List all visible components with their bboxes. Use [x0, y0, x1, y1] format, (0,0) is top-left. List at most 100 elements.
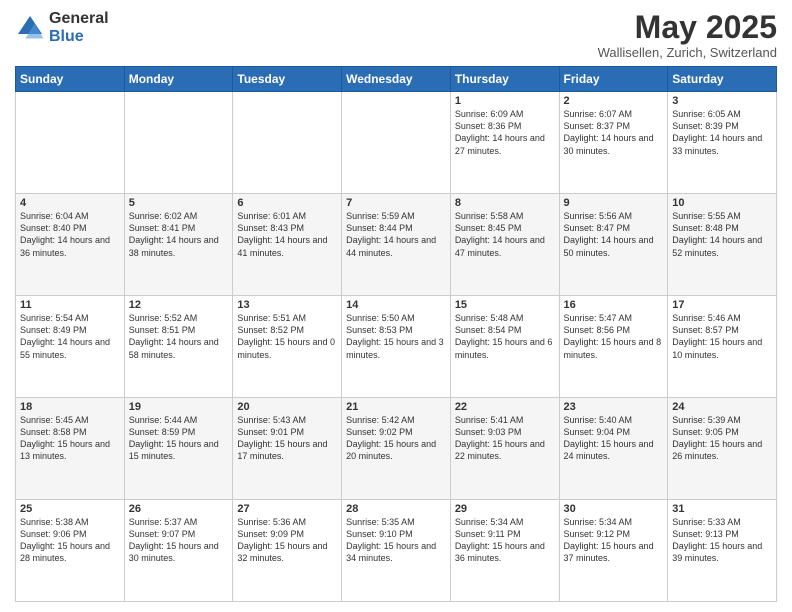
- calendar-cell: 10Sunrise: 5:55 AM Sunset: 8:48 PM Dayli…: [668, 194, 777, 296]
- day-info: Sunrise: 5:55 AM Sunset: 8:48 PM Dayligh…: [672, 210, 772, 259]
- day-info: Sunrise: 5:45 AM Sunset: 8:58 PM Dayligh…: [20, 414, 120, 463]
- calendar-cell: 22Sunrise: 5:41 AM Sunset: 9:03 PM Dayli…: [450, 398, 559, 500]
- calendar-week-1: 1Sunrise: 6:09 AM Sunset: 8:36 PM Daylig…: [16, 92, 777, 194]
- day-number: 19: [129, 401, 229, 413]
- day-number: 21: [346, 401, 446, 413]
- calendar-header: Sunday Monday Tuesday Wednesday Thursday…: [16, 67, 777, 92]
- day-info: Sunrise: 5:40 AM Sunset: 9:04 PM Dayligh…: [564, 414, 664, 463]
- calendar-cell: 11Sunrise: 5:54 AM Sunset: 8:49 PM Dayli…: [16, 296, 125, 398]
- day-info: Sunrise: 5:41 AM Sunset: 9:03 PM Dayligh…: [455, 414, 555, 463]
- day-info: Sunrise: 5:33 AM Sunset: 9:13 PM Dayligh…: [672, 516, 772, 565]
- day-number: 22: [455, 401, 555, 413]
- day-number: 6: [237, 197, 337, 209]
- calendar-cell: 30Sunrise: 5:34 AM Sunset: 9:12 PM Dayli…: [559, 500, 668, 602]
- calendar-cell: 17Sunrise: 5:46 AM Sunset: 8:57 PM Dayli…: [668, 296, 777, 398]
- calendar-cell: [124, 92, 233, 194]
- calendar-cell: 20Sunrise: 5:43 AM Sunset: 9:01 PM Dayli…: [233, 398, 342, 500]
- calendar-cell: 23Sunrise: 5:40 AM Sunset: 9:04 PM Dayli…: [559, 398, 668, 500]
- calendar-cell: 5Sunrise: 6:02 AM Sunset: 8:41 PM Daylig…: [124, 194, 233, 296]
- calendar-cell: 9Sunrise: 5:56 AM Sunset: 8:47 PM Daylig…: [559, 194, 668, 296]
- calendar-cell: 16Sunrise: 5:47 AM Sunset: 8:56 PM Dayli…: [559, 296, 668, 398]
- day-number: 31: [672, 503, 772, 515]
- day-number: 10: [672, 197, 772, 209]
- calendar-cell: 31Sunrise: 5:33 AM Sunset: 9:13 PM Dayli…: [668, 500, 777, 602]
- day-number: 29: [455, 503, 555, 515]
- logo: General Blue: [15, 10, 109, 45]
- day-info: Sunrise: 5:51 AM Sunset: 8:52 PM Dayligh…: [237, 312, 337, 361]
- day-info: Sunrise: 5:42 AM Sunset: 9:02 PM Dayligh…: [346, 414, 446, 463]
- day-number: 3: [672, 95, 772, 107]
- calendar-cell: 15Sunrise: 5:48 AM Sunset: 8:54 PM Dayli…: [450, 296, 559, 398]
- calendar-cell: 2Sunrise: 6:07 AM Sunset: 8:37 PM Daylig…: [559, 92, 668, 194]
- day-number: 2: [564, 95, 664, 107]
- calendar-cell: 27Sunrise: 5:36 AM Sunset: 9:09 PM Dayli…: [233, 500, 342, 602]
- day-number: 28: [346, 503, 446, 515]
- day-info: Sunrise: 6:09 AM Sunset: 8:36 PM Dayligh…: [455, 108, 555, 157]
- calendar-cell: 4Sunrise: 6:04 AM Sunset: 8:40 PM Daylig…: [16, 194, 125, 296]
- calendar-week-3: 11Sunrise: 5:54 AM Sunset: 8:49 PM Dayli…: [16, 296, 777, 398]
- day-info: Sunrise: 6:07 AM Sunset: 8:37 PM Dayligh…: [564, 108, 664, 157]
- header-row: Sunday Monday Tuesday Wednesday Thursday…: [16, 67, 777, 92]
- calendar-cell: 18Sunrise: 5:45 AM Sunset: 8:58 PM Dayli…: [16, 398, 125, 500]
- day-info: Sunrise: 5:56 AM Sunset: 8:47 PM Dayligh…: [564, 210, 664, 259]
- day-number: 17: [672, 299, 772, 311]
- calendar-cell: 14Sunrise: 5:50 AM Sunset: 8:53 PM Dayli…: [342, 296, 451, 398]
- day-info: Sunrise: 6:05 AM Sunset: 8:39 PM Dayligh…: [672, 108, 772, 157]
- col-wednesday: Wednesday: [342, 67, 451, 92]
- calendar-cell: 6Sunrise: 6:01 AM Sunset: 8:43 PM Daylig…: [233, 194, 342, 296]
- day-number: 8: [455, 197, 555, 209]
- calendar-cell: [342, 92, 451, 194]
- day-info: Sunrise: 5:50 AM Sunset: 8:53 PM Dayligh…: [346, 312, 446, 361]
- day-info: Sunrise: 5:35 AM Sunset: 9:10 PM Dayligh…: [346, 516, 446, 565]
- calendar-cell: 13Sunrise: 5:51 AM Sunset: 8:52 PM Dayli…: [233, 296, 342, 398]
- day-number: 11: [20, 299, 120, 311]
- day-info: Sunrise: 5:44 AM Sunset: 8:59 PM Dayligh…: [129, 414, 229, 463]
- logo-text: General Blue: [49, 10, 109, 45]
- day-info: Sunrise: 5:34 AM Sunset: 9:12 PM Dayligh…: [564, 516, 664, 565]
- day-info: Sunrise: 6:04 AM Sunset: 8:40 PM Dayligh…: [20, 210, 120, 259]
- calendar-cell: [16, 92, 125, 194]
- day-info: Sunrise: 5:34 AM Sunset: 9:11 PM Dayligh…: [455, 516, 555, 565]
- logo-icon: [15, 13, 45, 43]
- day-number: 9: [564, 197, 664, 209]
- day-info: Sunrise: 5:59 AM Sunset: 8:44 PM Dayligh…: [346, 210, 446, 259]
- calendar: Sunday Monday Tuesday Wednesday Thursday…: [15, 66, 777, 602]
- col-friday: Friday: [559, 67, 668, 92]
- day-info: Sunrise: 5:39 AM Sunset: 9:05 PM Dayligh…: [672, 414, 772, 463]
- calendar-cell: 24Sunrise: 5:39 AM Sunset: 9:05 PM Dayli…: [668, 398, 777, 500]
- day-number: 7: [346, 197, 446, 209]
- day-number: 30: [564, 503, 664, 515]
- day-info: Sunrise: 5:52 AM Sunset: 8:51 PM Dayligh…: [129, 312, 229, 361]
- page: General Blue May 2025 Wallisellen, Zuric…: [0, 0, 792, 612]
- day-number: 5: [129, 197, 229, 209]
- calendar-cell: 21Sunrise: 5:42 AM Sunset: 9:02 PM Dayli…: [342, 398, 451, 500]
- calendar-cell: [233, 92, 342, 194]
- calendar-week-2: 4Sunrise: 6:04 AM Sunset: 8:40 PM Daylig…: [16, 194, 777, 296]
- calendar-cell: 26Sunrise: 5:37 AM Sunset: 9:07 PM Dayli…: [124, 500, 233, 602]
- day-info: Sunrise: 5:43 AM Sunset: 9:01 PM Dayligh…: [237, 414, 337, 463]
- main-title: May 2025: [598, 10, 777, 45]
- day-number: 23: [564, 401, 664, 413]
- day-info: Sunrise: 5:46 AM Sunset: 8:57 PM Dayligh…: [672, 312, 772, 361]
- day-number: 16: [564, 299, 664, 311]
- day-info: Sunrise: 6:01 AM Sunset: 8:43 PM Dayligh…: [237, 210, 337, 259]
- day-info: Sunrise: 6:02 AM Sunset: 8:41 PM Dayligh…: [129, 210, 229, 259]
- day-number: 13: [237, 299, 337, 311]
- header: General Blue May 2025 Wallisellen, Zuric…: [15, 10, 777, 60]
- calendar-cell: 29Sunrise: 5:34 AM Sunset: 9:11 PM Dayli…: [450, 500, 559, 602]
- calendar-cell: 7Sunrise: 5:59 AM Sunset: 8:44 PM Daylig…: [342, 194, 451, 296]
- day-number: 4: [20, 197, 120, 209]
- col-thursday: Thursday: [450, 67, 559, 92]
- logo-blue: Blue: [49, 28, 109, 46]
- day-number: 24: [672, 401, 772, 413]
- day-info: Sunrise: 5:48 AM Sunset: 8:54 PM Dayligh…: [455, 312, 555, 361]
- day-number: 18: [20, 401, 120, 413]
- col-saturday: Saturday: [668, 67, 777, 92]
- calendar-cell: 8Sunrise: 5:58 AM Sunset: 8:45 PM Daylig…: [450, 194, 559, 296]
- day-number: 15: [455, 299, 555, 311]
- day-number: 20: [237, 401, 337, 413]
- calendar-week-4: 18Sunrise: 5:45 AM Sunset: 8:58 PM Dayli…: [16, 398, 777, 500]
- day-number: 25: [20, 503, 120, 515]
- logo-general: General: [49, 10, 109, 28]
- day-number: 12: [129, 299, 229, 311]
